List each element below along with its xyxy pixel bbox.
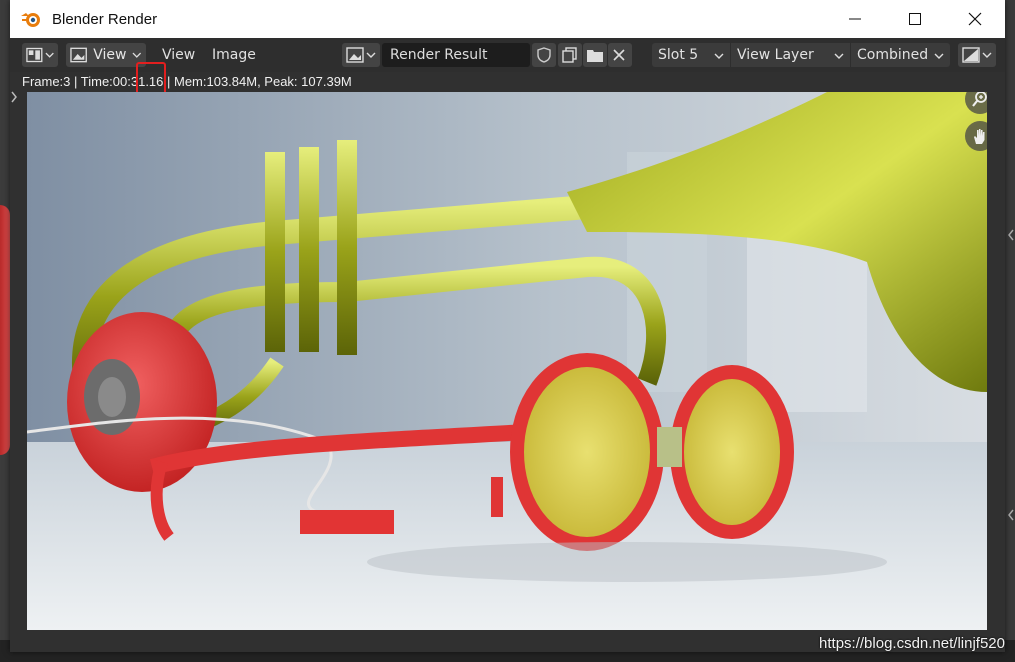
image-browse-icon bbox=[346, 47, 364, 63]
menu-view[interactable]: View bbox=[162, 47, 195, 63]
maximize-icon bbox=[909, 13, 921, 25]
chevron-down-icon bbox=[45, 52, 54, 58]
chevron-down-icon bbox=[366, 52, 376, 58]
watermark-text: https://blog.csdn.net/linjf520 bbox=[819, 635, 1005, 652]
view-layer-dropdown[interactable]: View Layer bbox=[731, 43, 850, 67]
zoom-icon bbox=[972, 92, 987, 107]
maximize-button[interactable] bbox=[885, 0, 945, 38]
unlink-image-button[interactable] bbox=[608, 43, 632, 67]
open-folder-icon bbox=[587, 50, 603, 62]
chevron-down-icon bbox=[934, 53, 944, 59]
close-button[interactable] bbox=[945, 0, 1005, 38]
image-browse-button[interactable] bbox=[342, 43, 380, 67]
fake-user-shield-icon bbox=[537, 47, 551, 63]
new-image-button[interactable] bbox=[558, 43, 582, 67]
chevron-down-icon bbox=[714, 53, 724, 59]
image-name-text: Render Result bbox=[390, 47, 488, 63]
toolbar-expand-icon[interactable] bbox=[10, 90, 18, 104]
time-highlight-annotation bbox=[136, 62, 166, 95]
chevron-down-icon bbox=[132, 52, 142, 58]
chevron-down-icon bbox=[834, 53, 844, 59]
fake-user-button[interactable] bbox=[532, 43, 556, 67]
view-layer-label: View Layer bbox=[737, 47, 814, 63]
window-controls bbox=[825, 0, 1005, 38]
panel-expand-icon-lower[interactable] bbox=[1007, 508, 1015, 522]
unlink-x-icon bbox=[613, 49, 625, 61]
menu-image[interactable]: Image bbox=[212, 47, 256, 63]
title-bar: Blender Render bbox=[10, 0, 1005, 38]
display-channels-icon bbox=[962, 47, 980, 63]
open-image-button[interactable] bbox=[583, 43, 607, 67]
new-image-icon bbox=[562, 47, 577, 63]
slot-label: Slot 5 bbox=[658, 47, 699, 63]
window-title: Blender Render bbox=[52, 10, 158, 28]
image-mode-view-dropdown[interactable]: View bbox=[66, 43, 146, 67]
chevron-down-icon bbox=[982, 52, 992, 58]
render-window: Blender Render View View Image Render Re… bbox=[10, 0, 1005, 652]
slot-dropdown[interactable]: Slot 5 bbox=[652, 43, 730, 67]
image-name-field[interactable]: Render Result bbox=[382, 43, 530, 67]
render-stats-text: Frame:3 | Time:00:31.16 | Mem:103.84M, P… bbox=[22, 74, 352, 89]
panel-expand-icon[interactable] bbox=[1007, 228, 1015, 242]
render-pass-dropdown[interactable]: Combined bbox=[851, 43, 950, 67]
pan-button[interactable] bbox=[965, 121, 987, 151]
display-channels-dropdown[interactable] bbox=[958, 43, 996, 67]
render-pass-label: Combined bbox=[857, 47, 929, 63]
image-mode-icon bbox=[70, 47, 87, 63]
minimize-button[interactable] bbox=[825, 0, 885, 38]
background-render-object bbox=[0, 205, 10, 455]
blender-logo-icon bbox=[21, 13, 40, 27]
hand-pan-icon bbox=[974, 129, 985, 144]
minimize-icon bbox=[849, 18, 861, 20]
editor-type-selector[interactable] bbox=[22, 43, 58, 67]
editor-type-icon bbox=[26, 47, 43, 63]
render-image bbox=[27, 92, 987, 630]
view-mode-label: View bbox=[93, 47, 127, 63]
render-result-viewport[interactable] bbox=[27, 92, 987, 630]
close-icon bbox=[968, 12, 982, 26]
